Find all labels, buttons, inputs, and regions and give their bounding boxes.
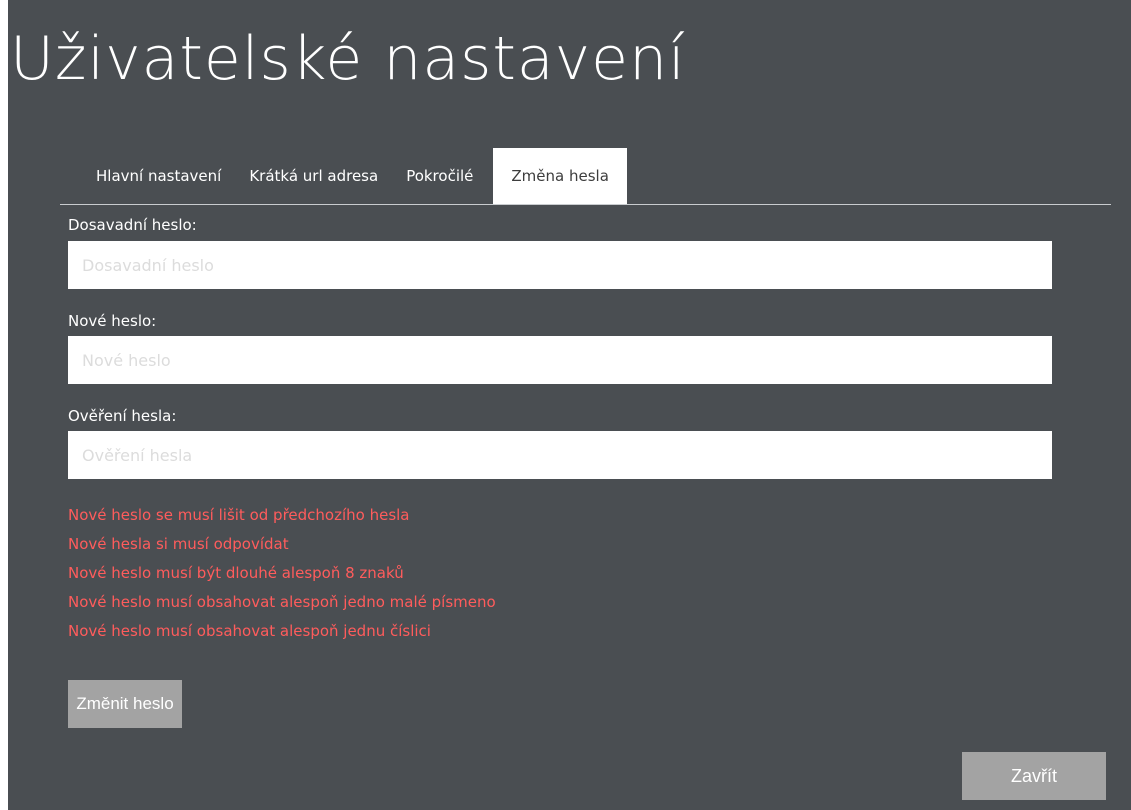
validation-error: Nové heslo musí obsahovat alespoň jednu … bbox=[68, 622, 431, 640]
tab-advanced[interactable]: Pokročilé bbox=[392, 148, 487, 204]
change-password-button[interactable]: Změnit heslo bbox=[68, 680, 182, 728]
close-button[interactable]: Zavřít bbox=[962, 752, 1106, 800]
page-title: Uživatelské nastavení bbox=[10, 24, 686, 94]
tab-bar: Hlavní nastavení Krátká url adresa Pokro… bbox=[76, 148, 627, 204]
validation-error: Nové heslo se musí lišit od předchozího … bbox=[68, 506, 410, 524]
current-password-input[interactable] bbox=[68, 241, 1052, 289]
confirm-password-label: Ověření hesla: bbox=[68, 407, 177, 425]
current-password-label: Dosavadní heslo: bbox=[68, 216, 197, 234]
tab-main-settings[interactable]: Hlavní nastavení bbox=[76, 148, 235, 204]
validation-error-list: Nové heslo se musí lišit od předchozího … bbox=[68, 502, 496, 647]
confirm-password-input[interactable] bbox=[68, 431, 1052, 479]
validation-error: Nové hesla si musí odpovídat bbox=[68, 535, 289, 553]
validation-error: Nové heslo musí být dlouhé alespoň 8 zna… bbox=[68, 564, 404, 582]
new-password-label: Nové heslo: bbox=[68, 312, 157, 330]
tab-short-url[interactable]: Krátká url adresa bbox=[235, 148, 392, 204]
new-password-input[interactable] bbox=[68, 336, 1052, 384]
tab-change-password[interactable]: Změna hesla bbox=[493, 148, 627, 204]
tab-divider bbox=[60, 204, 1111, 205]
validation-error: Nové heslo musí obsahovat alespoň jedno … bbox=[68, 593, 496, 611]
